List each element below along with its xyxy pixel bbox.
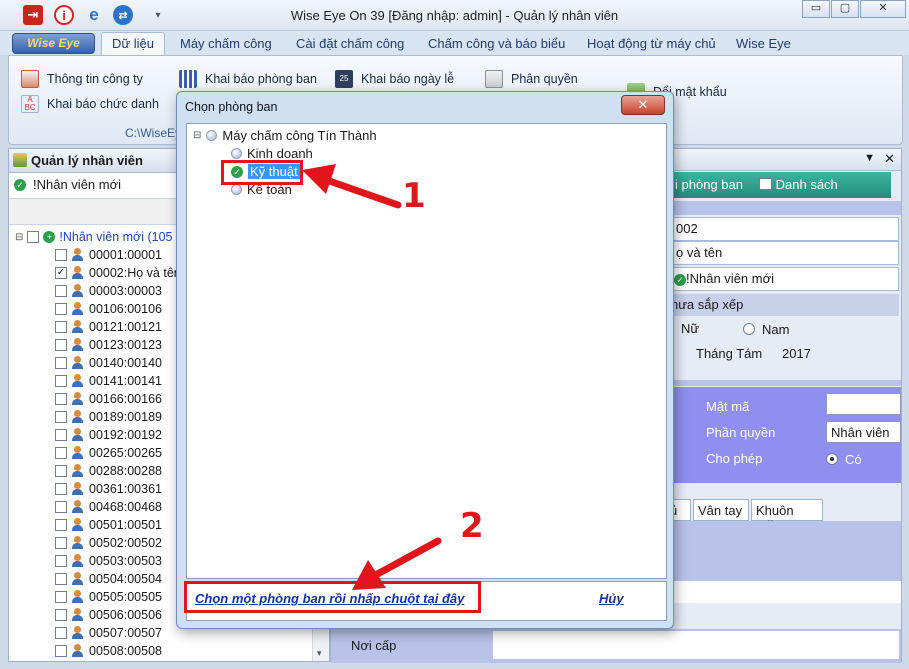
- arrow-2-shaft: [368, 537, 442, 581]
- arrow-1-head: [302, 164, 336, 194]
- annotation-step-2: 2: [460, 506, 484, 546]
- annotation-step-1: 1: [402, 176, 426, 216]
- annotation-arrows: [302, 164, 442, 590]
